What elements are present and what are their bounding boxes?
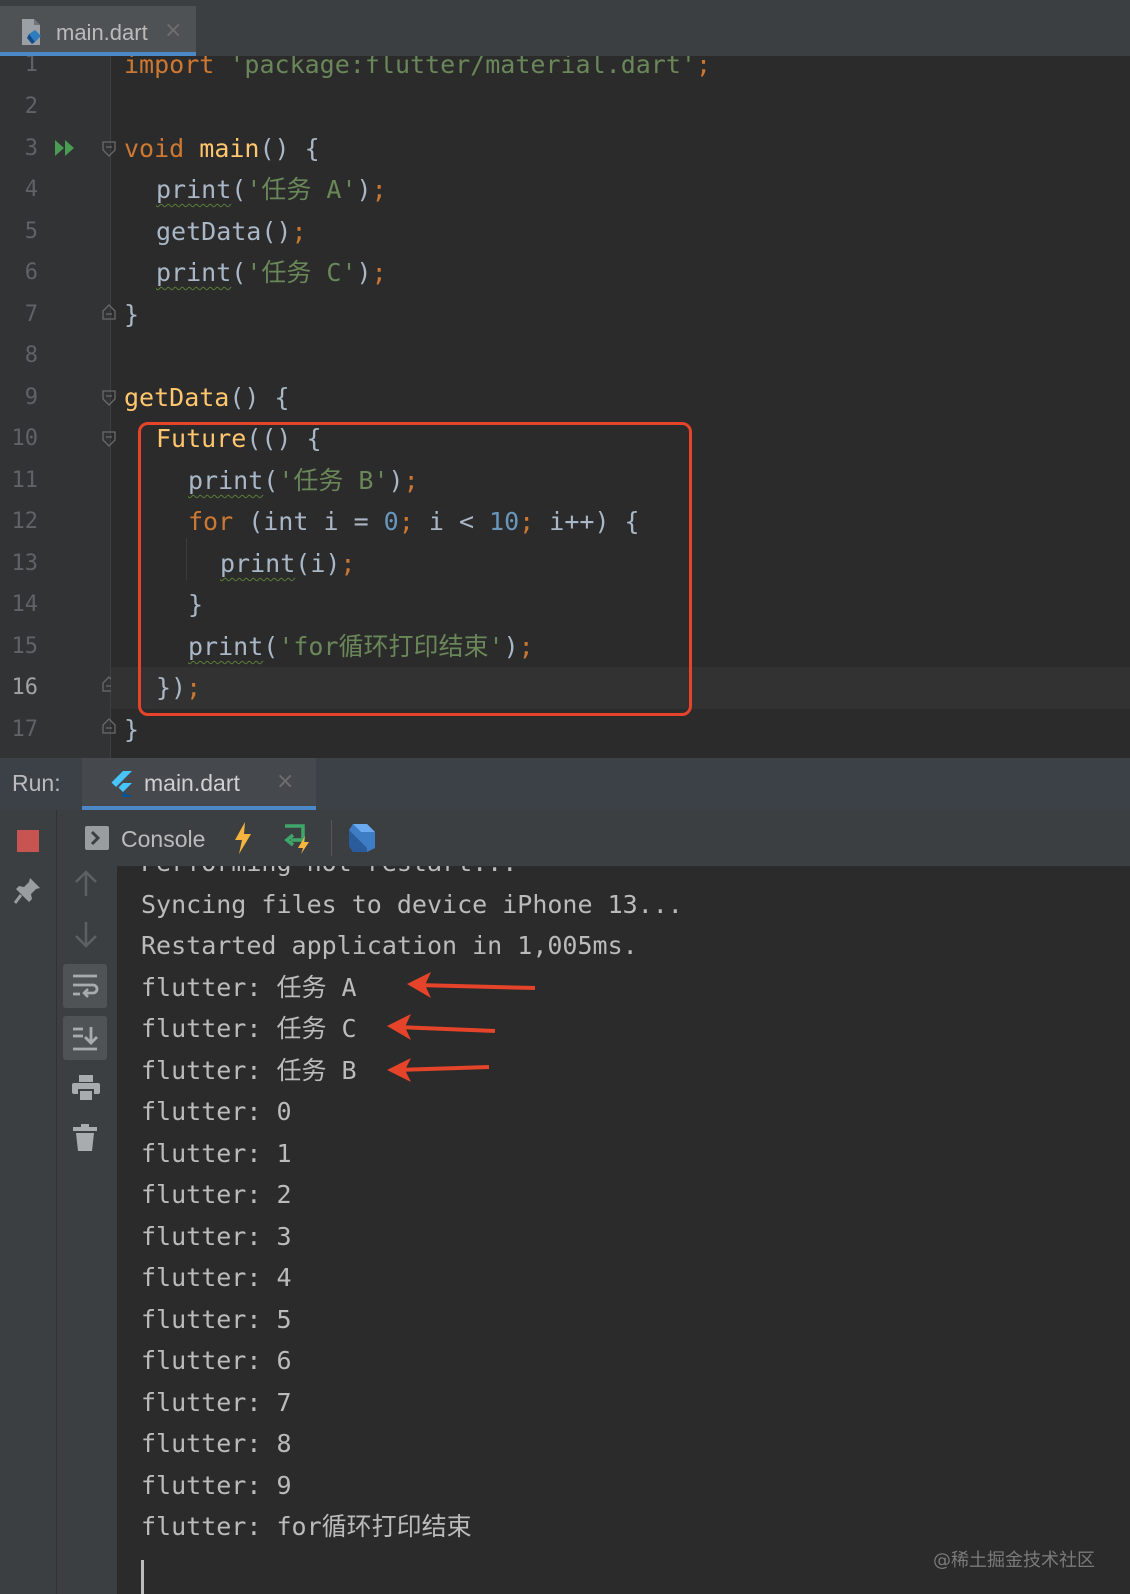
line-number: 10: [11, 426, 39, 451]
code-line-9: getData() {: [124, 383, 290, 412]
console-line: flutter: 5: [141, 1305, 292, 1334]
console-icon: [85, 826, 109, 850]
run-tab-label: main.dart: [144, 770, 240, 796]
hot-restart-icon[interactable]: [281, 822, 311, 854]
fold-open-icon[interactable]: [102, 431, 116, 447]
watermark: @稀土掘金技术社区: [933, 1550, 1095, 1571]
pin-icon[interactable]: [14, 876, 42, 904]
annotation-arrow-icon: [407, 972, 536, 998]
console-line: flutter: 任务 C: [141, 1014, 357, 1043]
run-panel-header: Run: main.dart ×: [0, 758, 1130, 811]
run-gutter-icon[interactable]: [54, 138, 76, 158]
console-line: Syncing files to device iPhone 13...: [141, 890, 683, 919]
close-icon[interactable]: ×: [164, 18, 182, 43]
line-number-current: 16: [11, 675, 39, 700]
fold-close-icon[interactable]: [102, 304, 116, 320]
soft-wrap-icon: [73, 974, 99, 998]
line-number: 11: [11, 468, 39, 493]
line-number-gutter: 1 2 3 4 5 6 7 8 9 10 11 12 13 14 15 16 1…: [0, 56, 110, 758]
line-number: 8: [24, 343, 38, 368]
line-number: 9: [24, 385, 38, 410]
close-icon[interactable]: ×: [276, 769, 294, 794]
line-number: 12: [11, 509, 39, 534]
editor-tab-main-dart[interactable]: main.dart ×: [0, 6, 196, 56]
toolbar-separator: [331, 820, 332, 856]
line-number: 5: [24, 219, 38, 244]
console-tab-label[interactable]: Console: [121, 826, 205, 853]
line-number: 1: [24, 56, 38, 77]
console-line: flutter: 1: [141, 1139, 292, 1168]
hot-reload-icon[interactable]: [233, 822, 253, 854]
console-line: flutter: 2: [141, 1180, 292, 1209]
annotation-arrow-icon: [387, 1058, 490, 1082]
flutter-icon: [111, 771, 132, 797]
line-number: 13: [11, 551, 39, 576]
console-line: Restarted application in 1,005ms.: [141, 931, 638, 960]
line-number: 2: [24, 94, 38, 119]
console-toolbar: Console: [57, 810, 1130, 867]
code-line-17: }: [124, 715, 140, 744]
line-number: 3: [24, 136, 38, 161]
code-editor[interactable]: 1 2 3 4 5 6 7 8 9 10 11 12 13 14 15 16 1…: [0, 56, 1130, 758]
trash-icon[interactable]: [73, 1124, 97, 1152]
run-label: Run:: [12, 770, 61, 796]
dart-devtools-icon[interactable]: [347, 822, 377, 854]
editor-tab-bar: main.dart ×: [0, 0, 1130, 57]
fold-close-icon[interactable]: [102, 718, 116, 734]
code-line-7: }: [124, 300, 140, 329]
code-line-4: print('任务 A');: [156, 175, 387, 204]
console-line: Performing hot restart...: [141, 866, 517, 884]
console-side-toolbar: [57, 866, 117, 1594]
console-line: flutter: 任务 B: [141, 1056, 357, 1085]
console-line: flutter: 4: [141, 1263, 292, 1292]
line-number: 6: [24, 260, 38, 285]
code-line-5: getData();: [156, 217, 307, 246]
console-line: flutter: 6: [141, 1346, 292, 1375]
run-left-toolbar: [0, 810, 57, 1594]
line-number: 14: [11, 592, 39, 617]
scroll-to-end-toggle[interactable]: [63, 1016, 107, 1060]
dart-file-icon: [22, 19, 41, 45]
line-number: 17: [11, 717, 39, 742]
code-line-3: void main() {: [124, 134, 320, 163]
editor-tab-label: main.dart: [56, 20, 148, 45]
gutter-divider: [110, 56, 111, 758]
console-line: flutter: 7: [141, 1388, 292, 1417]
scroll-to-end-icon: [73, 1027, 98, 1051]
console-line: flutter: 任务 A: [141, 973, 357, 1002]
line-number: 4: [24, 177, 38, 202]
fold-open-icon[interactable]: [102, 390, 116, 406]
console-line: flutter: 8: [141, 1429, 292, 1458]
run-tab-main-dart[interactable]: main.dart ×: [82, 758, 316, 810]
arrow-down-icon[interactable]: [73, 920, 99, 948]
arrow-up-icon[interactable]: [73, 870, 99, 898]
soft-wrap-toggle[interactable]: [63, 964, 107, 1008]
line-number: 15: [11, 634, 39, 659]
console-line: flutter: 3: [141, 1222, 292, 1251]
line-number: 7: [24, 302, 38, 327]
annotation-arrow-icon: [387, 1014, 496, 1040]
console-output[interactable]: Performing hot restart... Syncing files …: [117, 866, 1130, 1594]
code-line-1: import 'package:flutter/material.dart';: [124, 56, 712, 79]
fold-open-icon[interactable]: [102, 141, 116, 157]
text-caret: [141, 1560, 144, 1594]
console-line: flutter: for循环打印结束: [141, 1512, 472, 1541]
stop-icon[interactable]: [17, 830, 39, 852]
console-line: flutter: 0: [141, 1097, 292, 1126]
code-line-6: print('任务 C');: [156, 258, 387, 287]
console-line: flutter: 9: [141, 1471, 292, 1500]
highlight-annotation-box: [138, 422, 692, 716]
print-icon[interactable]: [71, 1074, 101, 1102]
